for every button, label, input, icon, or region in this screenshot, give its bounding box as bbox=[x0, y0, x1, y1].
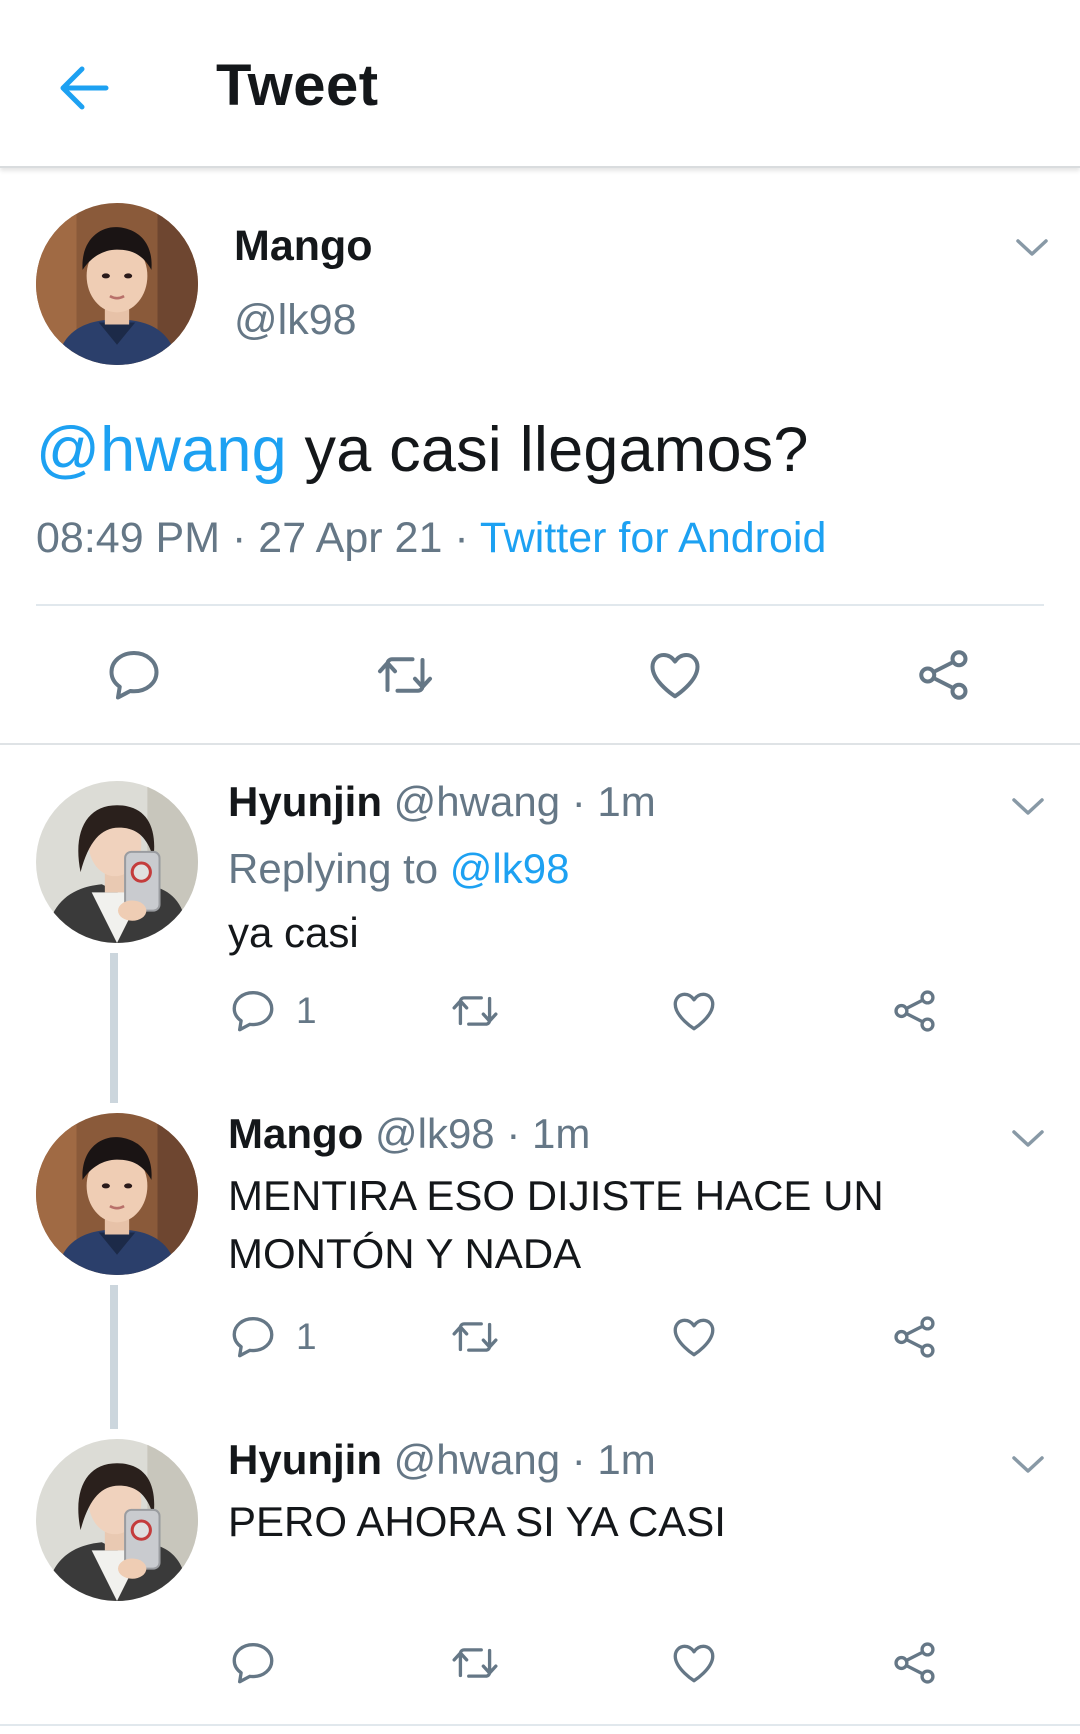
retweet-icon bbox=[448, 1312, 502, 1362]
avatar-hyunjin[interactable] bbox=[36, 1439, 198, 1601]
like-button[interactable] bbox=[669, 1638, 719, 1688]
reply-header: Hyunjin @hwang · 1m bbox=[228, 1436, 656, 1484]
tweet-source-link[interactable]: Twitter for Android bbox=[480, 514, 827, 562]
retweet-button[interactable] bbox=[448, 1638, 502, 1688]
chevron-down-icon[interactable] bbox=[1008, 1451, 1048, 1479]
like-icon bbox=[644, 645, 706, 705]
replying-to: Replying to @lk98 bbox=[228, 845, 569, 893]
replying-handle-link[interactable]: @lk98 bbox=[450, 845, 570, 892]
back-button[interactable] bbox=[52, 56, 116, 120]
page-title: Tweet bbox=[216, 53, 379, 118]
reply-button[interactable] bbox=[228, 1638, 296, 1688]
author-handle[interactable]: @lk98 bbox=[234, 296, 357, 345]
avatar-hyunjin[interactable] bbox=[36, 781, 198, 943]
reply-text: MENTIRA ESO DIJISTE HACE UN MONTÓN Y NAD… bbox=[228, 1172, 884, 1277]
tweet-date: 27 Apr 21 bbox=[258, 514, 443, 562]
divider bbox=[36, 604, 1044, 606]
reply-header: Mango @lk98 · 1m bbox=[228, 1110, 590, 1158]
section-separator bbox=[0, 743, 1080, 745]
share-icon bbox=[914, 645, 974, 705]
avatar-mango[interactable] bbox=[36, 203, 198, 365]
reply-count: 1 bbox=[296, 990, 317, 1031]
meta-separator: · bbox=[442, 514, 480, 562]
reply-text: ya casi bbox=[228, 909, 359, 956]
like-icon bbox=[669, 1638, 719, 1688]
reply-handle-time: @hwang · 1m bbox=[382, 778, 656, 825]
chevron-down-icon[interactable] bbox=[1008, 793, 1048, 821]
replying-label: Replying to bbox=[228, 845, 450, 892]
thread-line bbox=[110, 953, 118, 1103]
retweet-button[interactable] bbox=[448, 986, 502, 1036]
chevron-down-icon[interactable] bbox=[1012, 234, 1052, 262]
share-icon bbox=[890, 986, 940, 1036]
top-app-bar: Tweet bbox=[0, 0, 1080, 168]
reply-handle-time: @hwang · 1m bbox=[382, 1436, 656, 1483]
reply-icon bbox=[104, 645, 164, 705]
retweet-icon bbox=[448, 1638, 502, 1688]
author-name[interactable]: Mango bbox=[234, 222, 373, 271]
share-button[interactable] bbox=[890, 1312, 940, 1362]
tweet-text: @hwang ya casi llegamos? bbox=[36, 414, 809, 486]
share-button[interactable] bbox=[890, 1638, 940, 1688]
reply-author-name[interactable]: Hyunjin bbox=[228, 778, 382, 825]
like-icon bbox=[669, 986, 719, 1036]
like-button[interactable] bbox=[669, 986, 719, 1036]
retweet-icon bbox=[372, 645, 438, 705]
meta-separator: · bbox=[220, 514, 259, 562]
share-button[interactable] bbox=[914, 645, 974, 705]
share-icon bbox=[890, 1638, 940, 1688]
retweet-button[interactable] bbox=[372, 645, 438, 705]
reply-icon bbox=[228, 1638, 278, 1688]
share-icon bbox=[890, 1312, 940, 1362]
share-button[interactable] bbox=[890, 986, 940, 1036]
chevron-down-icon[interactable] bbox=[1008, 1125, 1048, 1153]
reply-button[interactable] bbox=[104, 645, 164, 705]
retweet-button[interactable] bbox=[448, 1312, 502, 1362]
reply-count: 1 bbox=[296, 1316, 317, 1357]
arrow-left-icon bbox=[60, 66, 109, 110]
thread-line bbox=[110, 1285, 118, 1429]
retweet-icon bbox=[448, 986, 502, 1036]
reply-author-name[interactable]: Hyunjin bbox=[228, 1436, 382, 1483]
tweet-body: ya casi llegamos? bbox=[286, 415, 809, 485]
reply-icon bbox=[228, 1312, 278, 1362]
avatar-mango[interactable] bbox=[36, 1113, 198, 1275]
reply-button[interactable]: 1 bbox=[228, 1312, 317, 1362]
reply-icon bbox=[228, 986, 278, 1036]
reply-button[interactable]: 1 bbox=[228, 986, 317, 1036]
reply-text: PERO AHORA SI YA CASI bbox=[228, 1498, 726, 1545]
mention-link[interactable]: @hwang bbox=[36, 415, 287, 485]
like-button[interactable] bbox=[669, 1312, 719, 1362]
bottom-divider bbox=[0, 1724, 1080, 1726]
tweet-time: 08:49 PM bbox=[36, 514, 221, 562]
reply-handle-time: @lk98 · 1m bbox=[363, 1110, 591, 1157]
tweet-meta: 08:49 PM · 27 Apr 21 · Twitter for Andro… bbox=[36, 514, 826, 563]
like-button[interactable] bbox=[644, 645, 706, 705]
like-icon bbox=[669, 1312, 719, 1362]
reply-header: Hyunjin @hwang · 1m bbox=[228, 778, 656, 826]
reply-author-name[interactable]: Mango bbox=[228, 1110, 363, 1157]
